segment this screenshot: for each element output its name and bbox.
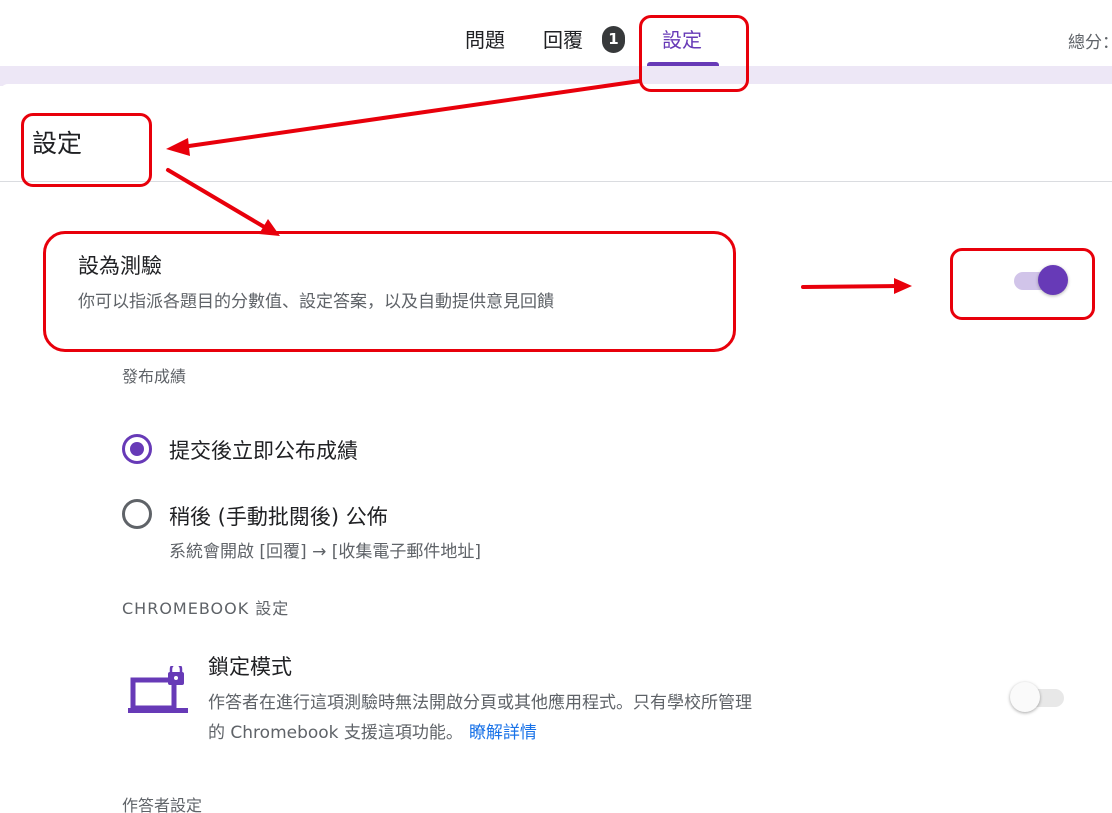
locked-mode-description-line1: 作答者在進行這項測驗時無法開啟分頁或其他應用程式。只有學校所管理 — [208, 693, 752, 713]
release-grade-label: 發布成績 — [122, 367, 187, 386]
annotation-box-quiz-setting — [43, 231, 736, 352]
locked-mode-toggle-knob — [1010, 682, 1040, 712]
chromebook-settings-label: CHROMEBOOK 設定 — [122, 599, 290, 618]
respondent-settings-label: 作答者設定 — [122, 796, 203, 813]
tab-responses[interactable]: 回覆 — [543, 26, 583, 54]
release-immediately-label[interactable]: 提交後立即公布成績 — [169, 435, 358, 465]
release-later-label[interactable]: 稍後 (手動批閱後) 公佈 — [169, 501, 388, 531]
total-points-label: 總分： — [1068, 33, 1112, 53]
learn-more-link[interactable]: 瞭解詳情 — [469, 723, 537, 743]
heading-divider — [0, 181, 1112, 182]
locked-mode-description-text: 的 Chromebook 支援這項功能。 — [208, 723, 463, 743]
header-strip — [0, 66, 1112, 86]
laptop-lock-icon — [128, 666, 188, 713]
google-forms-settings-page: 問題 回覆 1 設定 總分： 設定 設為測驗 你可以指派各題目的分數值、設定答案… — [0, 0, 1112, 813]
tab-questions[interactable]: 問題 — [465, 26, 505, 54]
locked-mode-toggle[interactable] — [1010, 681, 1066, 713]
annotation-box-settings-tab — [639, 15, 749, 92]
release-immediately-radio[interactable] — [122, 434, 152, 464]
locked-mode-description-line2: 的 Chromebook 支援這項功能。 瞭解詳情 — [208, 718, 537, 743]
annotation-box-settings-heading — [21, 113, 152, 187]
release-later-hint: 系統會開啟 [回覆] → [收集電子郵件地址] — [169, 542, 481, 562]
release-later-radio[interactable] — [122, 499, 152, 529]
locked-mode-title: 鎖定模式 — [208, 655, 292, 679]
tab-bar: 問題 回覆 1 設定 總分： — [0, 0, 1112, 66]
annotation-box-quiz-toggle — [950, 248, 1095, 320]
responses-count-badge: 1 — [602, 26, 625, 53]
